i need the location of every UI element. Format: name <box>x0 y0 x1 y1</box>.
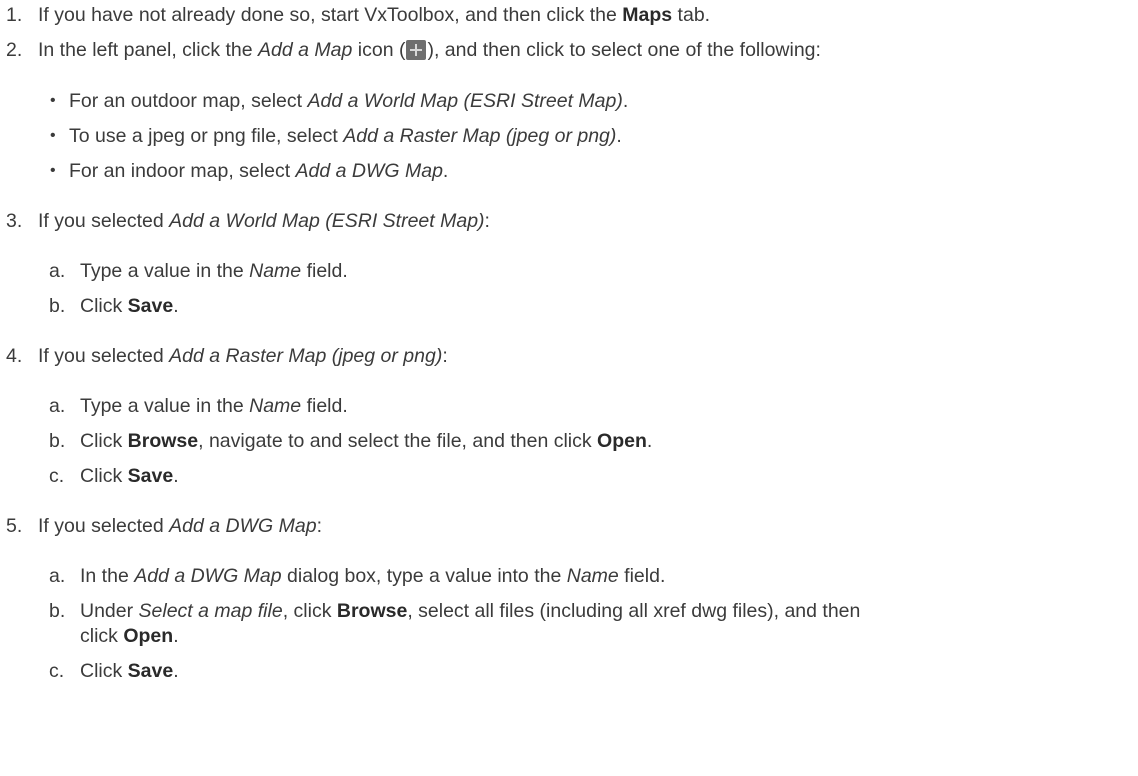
step-text: If you selected Add a Raster Map (jpeg o… <box>38 345 448 367</box>
step-text: If you selected Add a DWG Map: <box>38 515 322 537</box>
step-number: 3. <box>6 210 23 232</box>
step-number: 4. <box>6 345 23 367</box>
step-number: 5. <box>6 515 23 537</box>
step-text: If you have not already done so, start V… <box>38 4 711 26</box>
step-text: If you selected Add a World Map (ESRI St… <box>38 210 490 232</box>
instructions-document: 1. If you have not already done so, star… <box>6 4 861 682</box>
plus-icon <box>406 40 427 60</box>
step-number: 1. <box>6 4 23 26</box>
step-text: In the left panel, click the Add a Map i… <box>38 39 821 61</box>
step-number: 2. <box>6 39 23 61</box>
